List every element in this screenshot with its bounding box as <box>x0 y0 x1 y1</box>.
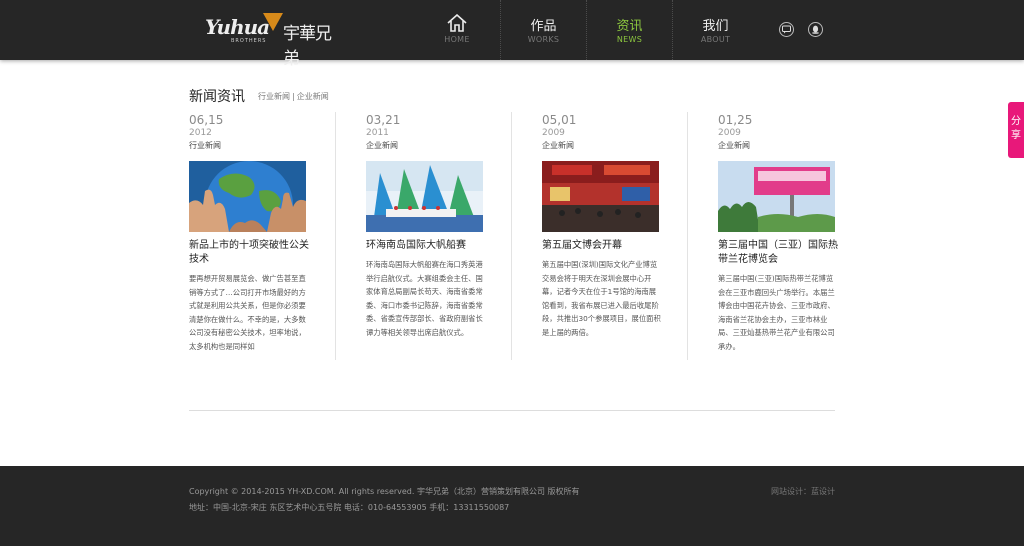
category-separator: | <box>292 92 295 101</box>
news-card: 01,25 2009 企业新闻 第三届中国（三亚）国际热带兰花博览会 第三届中国… <box>687 112 838 360</box>
news-card: 06,15 2012 行业新闻 新品上市的十项突破性公关技术 要再想开贸易展览会… <box>189 112 339 360</box>
address-text: 地址：中国-北京-宋庄 东区艺术中心五号院 电话：010-64553905 手机… <box>189 503 510 512</box>
chat-icon <box>782 25 791 34</box>
nav-news-en: NEWS <box>616 35 643 44</box>
news-card: 05,01 2009 企业新闻 第五届文博会开幕 第五届中国(深圳)国际文化产业… <box>511 112 662 360</box>
logo-script: Yuhua <box>205 15 270 39</box>
news-title[interactable]: 第五届文博会开幕 <box>542 239 662 253</box>
page-title: 新闻资讯 <box>189 89 245 105</box>
news-category: 企业新闻 <box>542 141 574 150</box>
qq-button[interactable] <box>808 22 823 37</box>
news-date: 03,21 <box>366 113 401 127</box>
category-filter: 行业新闻 | 企业新闻 <box>258 91 329 102</box>
category-company-news[interactable]: 企业新闻 <box>297 92 329 101</box>
nav-about-en: ABOUT <box>700 35 731 44</box>
news-thumbnail-sailing-ceremony[interactable] <box>366 161 483 232</box>
nav-works-en: WORKS <box>527 35 560 44</box>
news-year: 2009 <box>542 128 565 138</box>
nav-news[interactable]: 资讯 NEWS <box>586 0 672 60</box>
news-excerpt: 环海南岛国际大帆船赛在海口秀英港举行启航仪式。大赛组委会主任、国家体育总局副局长… <box>366 260 483 337</box>
nav-works-cn: 作品 <box>530 19 557 34</box>
chat-button[interactable] <box>779 22 794 37</box>
news-category: 行业新闻 <box>189 141 221 150</box>
news-category: 企业新闻 <box>718 141 750 150</box>
news-excerpt: 要再想开贸易展览会、做广告甚至直销等方式了…公司打开市场最好的方式就是利用公共关… <box>189 274 306 351</box>
news-excerpt: 第三届中国(三亚)国际热带兰花博览会在三亚市鹿回头广场举行。本届兰博会由中国花卉… <box>718 274 835 351</box>
nav-works[interactable]: 作品 WORKS <box>500 0 586 60</box>
copyright-text: Copyright © 2014-2015 YH-XD.COM. All rig… <box>189 487 580 496</box>
news-title[interactable]: 新品上市的十项突破性公关技术 <box>189 239 309 267</box>
news-year: 2009 <box>718 128 741 138</box>
news-title[interactable]: 第三届中国（三亚）国际热带兰花博览会 <box>718 239 838 267</box>
news-year: 2012 <box>189 128 212 138</box>
nav-about-cn: 我们 <box>702 19 729 34</box>
nav-news-cn: 资讯 <box>616 19 643 34</box>
main-nav: HOME 作品 WORKS 资讯 NEWS 我们 ABOUT <box>414 0 758 60</box>
design-credit-link[interactable]: 网站设计：蓝设计 <box>771 486 835 497</box>
logo-cn: 宇華兄弟 <box>283 24 332 69</box>
home-icon <box>447 14 467 32</box>
logo-sub: BROTHERS <box>231 38 267 44</box>
qq-icon <box>812 25 819 34</box>
news-category: 企业新闻 <box>366 141 398 150</box>
news-thumbnail-billboard[interactable] <box>718 161 835 232</box>
news-thumbnail-globe-hands[interactable] <box>189 161 306 232</box>
news-year: 2011 <box>366 128 389 138</box>
news-card: 03,21 2011 企业新闻 环海南岛国际大帆船赛 环海南岛国际大帆船赛在海口… <box>335 112 486 360</box>
site-header: Yuhua BROTHERS 宇華兄弟 HOME 作品 WORKS 资讯 NEW… <box>0 0 1024 69</box>
news-date: 01,25 <box>718 113 753 127</box>
news-excerpt: 第五届中国(深圳)国际文化产业博览交易会将于明天在深圳会展中心开幕，记者今天在位… <box>542 260 661 337</box>
news-date: 06,15 <box>189 113 224 127</box>
news-title[interactable]: 环海南岛国际大帆船赛 <box>366 239 486 253</box>
site-logo[interactable]: Yuhua BROTHERS 宇華兄弟 <box>205 13 340 69</box>
nav-home[interactable]: HOME <box>414 0 500 60</box>
content-divider <box>189 410 835 411</box>
nav-home-en: HOME <box>444 35 470 44</box>
news-date: 05,01 <box>542 113 577 127</box>
share-tab[interactable]: 分享 <box>1008 102 1024 158</box>
nav-about[interactable]: 我们 ABOUT <box>672 0 758 60</box>
logo-mark-icon <box>263 13 283 31</box>
site-footer: Copyright © 2014-2015 YH-XD.COM. All rig… <box>0 466 1024 546</box>
category-industry-news[interactable]: 行业新闻 <box>258 92 290 101</box>
news-thumbnail-expo-hall[interactable] <box>542 161 659 232</box>
